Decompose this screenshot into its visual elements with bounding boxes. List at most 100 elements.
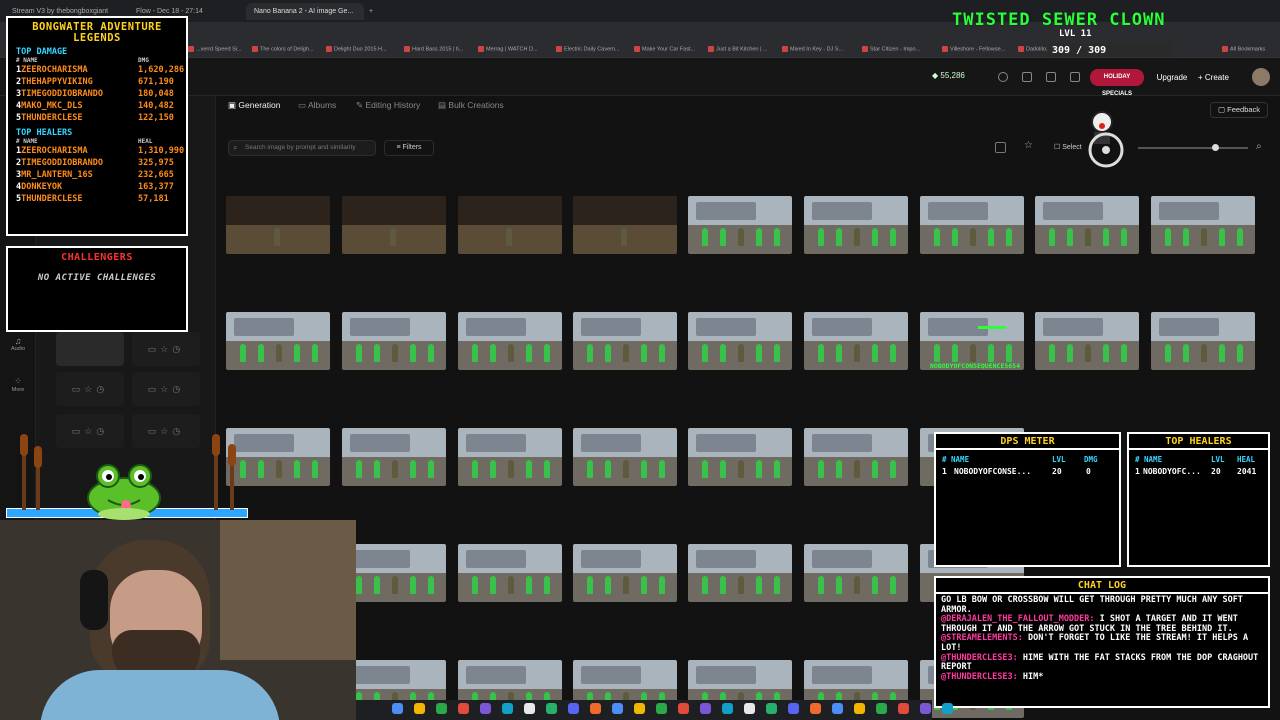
list-view-icon[interactable] bbox=[995, 142, 1006, 153]
rail-audio[interactable]: ♫ Audio bbox=[2, 336, 34, 352]
generated-image[interactable] bbox=[804, 312, 908, 370]
generated-image[interactable] bbox=[226, 196, 330, 254]
discord-icon[interactable] bbox=[1022, 72, 1032, 82]
generated-image[interactable] bbox=[573, 544, 677, 602]
generated-image[interactable] bbox=[573, 312, 677, 370]
generated-image[interactable] bbox=[458, 196, 562, 254]
tab-editing-history[interactable]: ✎ Editing History bbox=[356, 100, 420, 111]
gift-icon[interactable] bbox=[1070, 72, 1080, 82]
upgrade-button[interactable]: Upgrade bbox=[1152, 69, 1192, 86]
zoom-slider-handle[interactable] bbox=[1212, 144, 1219, 151]
bookmark-item[interactable]: Merrag | WATCH D... bbox=[478, 46, 538, 52]
all-bookmarks[interactable]: All Bookmarks bbox=[1222, 46, 1265, 52]
generated-image[interactable] bbox=[688, 544, 792, 602]
generated-image[interactable] bbox=[804, 196, 908, 254]
bookmark-item[interactable]: The colors of Deligh... bbox=[252, 46, 314, 52]
bookmark-item[interactable]: Hard Bass 2015 | ti... bbox=[404, 46, 463, 52]
generated-image[interactable] bbox=[1151, 312, 1255, 370]
feedback-button[interactable]: ▢ Feedback bbox=[1210, 102, 1268, 118]
taskbar-app-icon[interactable] bbox=[700, 703, 711, 714]
bookmark-item[interactable]: Star Citizen - Impo... bbox=[862, 46, 920, 52]
taskbar-app-icon[interactable] bbox=[436, 703, 447, 714]
generated-image[interactable] bbox=[1035, 312, 1139, 370]
help-icon[interactable] bbox=[998, 72, 1008, 82]
taskbar-app-icon[interactable] bbox=[832, 703, 843, 714]
generated-image[interactable] bbox=[458, 544, 562, 602]
generated-image[interactable] bbox=[573, 428, 677, 486]
bookmark-item[interactable]: Mixed In Key - DJ S... bbox=[782, 46, 843, 52]
reference-slot[interactable] bbox=[56, 332, 124, 366]
tab-bulk-creations[interactable]: ▤ Bulk Creations bbox=[438, 100, 504, 111]
generated-image[interactable] bbox=[688, 428, 792, 486]
new-tab-button[interactable]: + bbox=[366, 3, 378, 20]
taskbar-app-icon[interactable] bbox=[854, 703, 865, 714]
rail-more[interactable]: ⁘ More bbox=[2, 376, 34, 393]
credits-counter[interactable]: ◆ 55,286 bbox=[932, 71, 965, 80]
taskbar-app-icon[interactable] bbox=[458, 703, 469, 714]
taskbar-app-icon[interactable] bbox=[656, 703, 667, 714]
bookmark-item[interactable]: Delight Duo 2015 H... bbox=[326, 46, 387, 52]
generated-image[interactable] bbox=[804, 428, 908, 486]
generated-image[interactable] bbox=[804, 544, 908, 602]
zoom-icon[interactable]: ⌕ bbox=[1256, 141, 1262, 152]
chat-message: GO LB BOW OR CROSSBOW WILL GET THROUGH P… bbox=[936, 595, 1268, 615]
generated-image[interactable] bbox=[342, 196, 446, 254]
taskbar-app-icon[interactable] bbox=[898, 703, 909, 714]
generated-image[interactable] bbox=[688, 196, 792, 254]
select-button[interactable]: ☐ Select bbox=[1054, 140, 1084, 156]
taskbar-app-icon[interactable] bbox=[920, 703, 931, 714]
generated-image[interactable] bbox=[226, 428, 330, 486]
browser-tab-active[interactable]: Nano Banana 2 - AI image Ge... bbox=[246, 3, 364, 20]
tab-generation[interactable]: ▣ Generation bbox=[228, 100, 280, 111]
taskbar-app-icon[interactable] bbox=[568, 703, 579, 714]
filters-button[interactable]: ≡ Filters bbox=[384, 140, 434, 156]
generated-image[interactable] bbox=[226, 312, 330, 370]
generated-image[interactable] bbox=[688, 312, 792, 370]
taskbar-app-icon[interactable] bbox=[766, 703, 777, 714]
bookmark-item[interactable]: Electric Daily Cavern... bbox=[556, 46, 620, 52]
image-slot[interactable]: ▭☆◷ bbox=[132, 414, 200, 448]
taskbar-app-icon[interactable] bbox=[392, 703, 403, 714]
star-icon[interactable]: ☆ bbox=[1024, 140, 1033, 151]
taskbar-app-icon[interactable] bbox=[722, 703, 733, 714]
bookmark-item[interactable]: ...xerrd Speed Si... bbox=[188, 46, 242, 52]
taskbar-app-icon[interactable] bbox=[678, 703, 689, 714]
tab-albums[interactable]: ▭ Albums bbox=[298, 100, 336, 111]
generated-image[interactable] bbox=[1035, 196, 1139, 254]
video-icon[interactable] bbox=[1046, 72, 1056, 82]
taskbar-app-icon[interactable] bbox=[590, 703, 601, 714]
bookmark-item[interactable]: Just a Bit Kitchen | ... bbox=[708, 46, 768, 52]
taskbar-app-icon[interactable] bbox=[480, 703, 491, 714]
taskbar-app-icon[interactable] bbox=[502, 703, 513, 714]
generated-image[interactable] bbox=[458, 428, 562, 486]
zoom-slider[interactable] bbox=[1138, 147, 1248, 149]
image-slot[interactable]: ▭☆◷ bbox=[132, 332, 200, 366]
avatar[interactable] bbox=[1252, 68, 1270, 86]
image-slot[interactable]: ▭☆◷ bbox=[132, 372, 200, 406]
generated-image[interactable] bbox=[342, 544, 446, 602]
generated-image[interactable] bbox=[920, 196, 1024, 254]
image-slot[interactable]: ▭☆◷ bbox=[56, 372, 124, 406]
taskbar-app-icon[interactable] bbox=[942, 703, 953, 714]
taskbar-app-icon[interactable] bbox=[612, 703, 623, 714]
generated-image[interactable] bbox=[458, 312, 562, 370]
taskbar-app-icon[interactable] bbox=[744, 703, 755, 714]
taskbar-app-icon[interactable] bbox=[414, 703, 425, 714]
taskbar-app-icon[interactable] bbox=[524, 703, 535, 714]
generated-image[interactable] bbox=[1151, 196, 1255, 254]
generated-image[interactable] bbox=[342, 312, 446, 370]
bookmark-item[interactable]: Villeshore - Fellowse... bbox=[942, 46, 1005, 52]
search-input[interactable]: Search image by prompt and similarity bbox=[228, 140, 376, 156]
holiday-specials-button[interactable]: HOLIDAY SPECIALS bbox=[1090, 69, 1144, 97]
taskbar-app-icon[interactable] bbox=[876, 703, 887, 714]
create-button[interactable]: + Create bbox=[1198, 69, 1246, 86]
taskbar-app-icon[interactable] bbox=[634, 703, 645, 714]
taskbar-app-icon[interactable] bbox=[788, 703, 799, 714]
generated-image[interactable] bbox=[573, 196, 677, 254]
leaderboard-row: 4DONKEYOK 163,377 bbox=[16, 182, 186, 194]
taskbar-app-icon[interactable] bbox=[810, 703, 821, 714]
image-slot[interactable]: ▭☆◷ bbox=[56, 414, 124, 448]
taskbar-app-icon[interactable] bbox=[546, 703, 557, 714]
bookmark-item[interactable]: Make Your Car Fast... bbox=[634, 46, 695, 52]
generated-image[interactable] bbox=[342, 428, 446, 486]
